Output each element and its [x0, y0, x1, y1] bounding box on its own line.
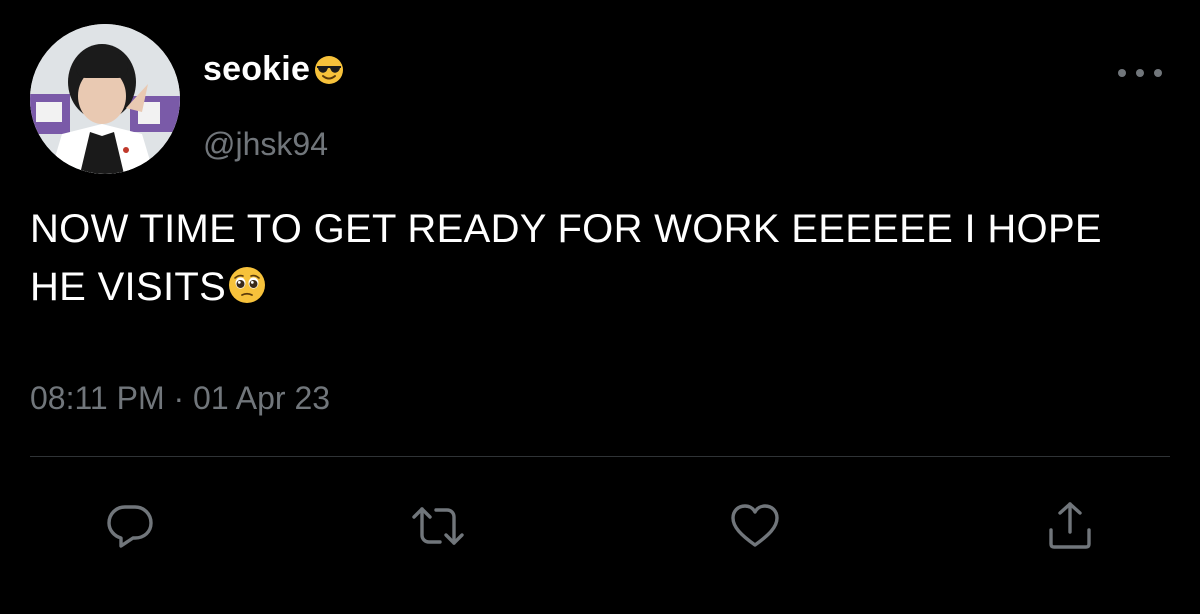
tweet-text: NOW TIME TO GET READY FOR WORK EEEEEE I …: [30, 200, 1160, 316]
more-dot: [1136, 69, 1144, 77]
divider: [30, 456, 1170, 457]
display-name[interactable]: seokie: [203, 50, 345, 89]
user-handle[interactable]: @jhsk94: [203, 126, 328, 163]
more-dot: [1154, 69, 1162, 77]
tweet-date: 01 Apr 23: [193, 380, 331, 416]
more-horizontal-icon[interactable]: [1118, 60, 1162, 86]
tweet-timestamp[interactable]: 08:11 PM · 01 Apr 23: [30, 380, 330, 417]
pleading-face-emoji: [226, 264, 268, 306]
display-name-text: seokie: [203, 50, 311, 88]
heart-icon[interactable]: [725, 496, 785, 556]
avatar[interactable]: [30, 24, 180, 174]
smiling-face-with-sunglasses-emoji: [313, 54, 345, 86]
tweet-time: 08:11 PM: [30, 380, 165, 416]
retweet-icon[interactable]: [408, 496, 468, 556]
tweet-text-content: NOW TIME TO GET READY FOR WORK EEEEEE I …: [30, 207, 1102, 309]
tweet-card: seokie @jhsk94 NOW TIME TO GET READY FOR…: [0, 0, 1200, 614]
more-dot: [1118, 69, 1126, 77]
share-icon[interactable]: [1040, 496, 1100, 556]
meta-separator: ·: [173, 380, 185, 416]
reply-icon[interactable]: [100, 496, 160, 556]
